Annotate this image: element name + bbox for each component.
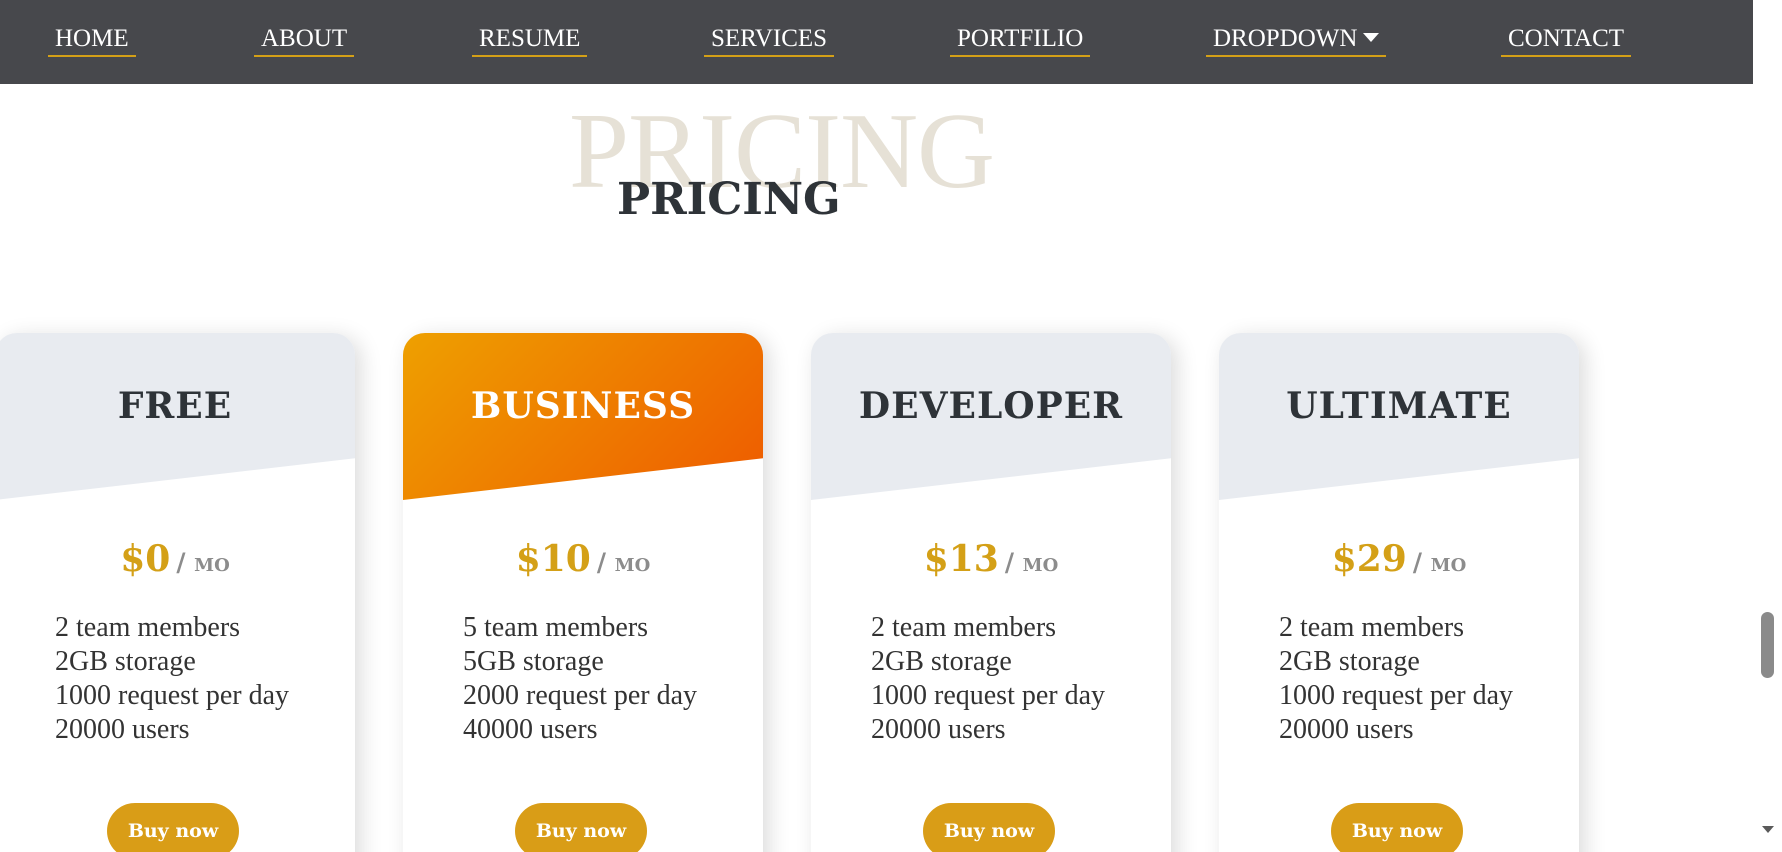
feature-item: 1000 request per day [871,680,1106,711]
price-amount: $29 [1331,538,1407,580]
section-title: PRICING [617,174,841,225]
feature-list: 5 team members 5GB storage 2000 request … [463,611,697,747]
nav-contact[interactable]: CONTACT [1501,24,1632,57]
buy-now-button-ultimate[interactable]: Buy now [1331,803,1463,852]
buy-now-button-business[interactable]: Buy now [515,803,647,852]
page: HOME ABOUT RESUME SERVICES PORTFILIO DRO… [0,0,1782,852]
price-period: / mo [1412,548,1467,577]
feature-list: 2 team members 2GB storage 1000 request … [1279,611,1513,747]
feature-item: 2GB storage [1279,646,1420,677]
buy-now-button-developer[interactable]: Buy now [923,803,1055,852]
feature-item: 2 team members [55,612,241,643]
nav-about[interactable]: ABOUT [254,24,355,57]
feature-list: 2 team members 2GB storage 1000 request … [871,611,1105,747]
plan-price: $0/ mo [0,538,355,580]
feature-item: 20000 users [1279,714,1414,745]
buy-now-button-free[interactable]: Buy now [107,803,239,852]
nav-home[interactable]: HOME [48,24,136,57]
feature-item: 20000 users [871,714,1006,745]
plan-name: FREE [117,385,233,427]
price-period: / mo [1004,548,1059,577]
price-amount: $0 [120,538,171,580]
feature-item: 1000 request per day [55,680,290,711]
feature-item: 5 team members [463,612,649,643]
feature-item: 40000 users [463,714,598,745]
price-amount: $10 [515,538,591,580]
price-period: / mo [596,548,651,577]
nav-portfolio[interactable]: PORTFILIO [950,24,1091,57]
plan-price: $10/ mo [403,538,763,580]
feature-item: 2GB storage [55,646,196,677]
price-period: / mo [176,548,230,577]
nav-dropdown-label: DROPDOWN [1213,25,1358,52]
feature-item: 2GB storage [871,646,1012,677]
feature-item: 5GB storage [463,646,604,677]
feature-item: 2 team members [1279,612,1465,643]
nav-services[interactable]: SERVICES [704,24,835,57]
plan-name: ULTIMATE [1286,385,1512,427]
price-amount: $13 [923,538,999,580]
nav-resume[interactable]: RESUME [472,24,588,57]
pricing-card-business: BUSINESS $10/ mo 5 team members 5GB stor… [403,333,763,852]
plan-price: $29/ mo [1219,538,1579,580]
plan-name: DEVELOPER [858,385,1124,427]
feature-item: 2 team members [871,612,1057,643]
scrollbar-thumb[interactable] [1761,612,1774,678]
feature-item: 1000 request per day [1279,680,1514,711]
vertical-scrollbar[interactable] [1753,0,1782,852]
caret-down-icon [1363,33,1380,42]
feature-list: 2 team members 2GB storage 1000 request … [55,611,289,747]
top-navbar: HOME ABOUT RESUME SERVICES PORTFILIO DRO… [0,0,1753,84]
nav-dropdown[interactable]: DROPDOWN [1206,24,1387,57]
scroll-down-arrow-icon[interactable] [1762,826,1774,833]
plan-name: BUSINESS [470,385,696,427]
feature-item: 2000 request per day [463,680,698,711]
pricing-card-developer: DEVELOPER $13/ mo 2 team members 2GB sto… [811,333,1171,852]
feature-item: 20000 users [55,714,190,745]
plan-price: $13/ mo [811,538,1171,580]
pricing-card-free: FREE $0/ mo 2 team members 2GB storage 1… [0,333,355,852]
pricing-card-ultimate: ULTIMATE $29/ mo 2 team members 2GB stor… [1219,333,1579,852]
